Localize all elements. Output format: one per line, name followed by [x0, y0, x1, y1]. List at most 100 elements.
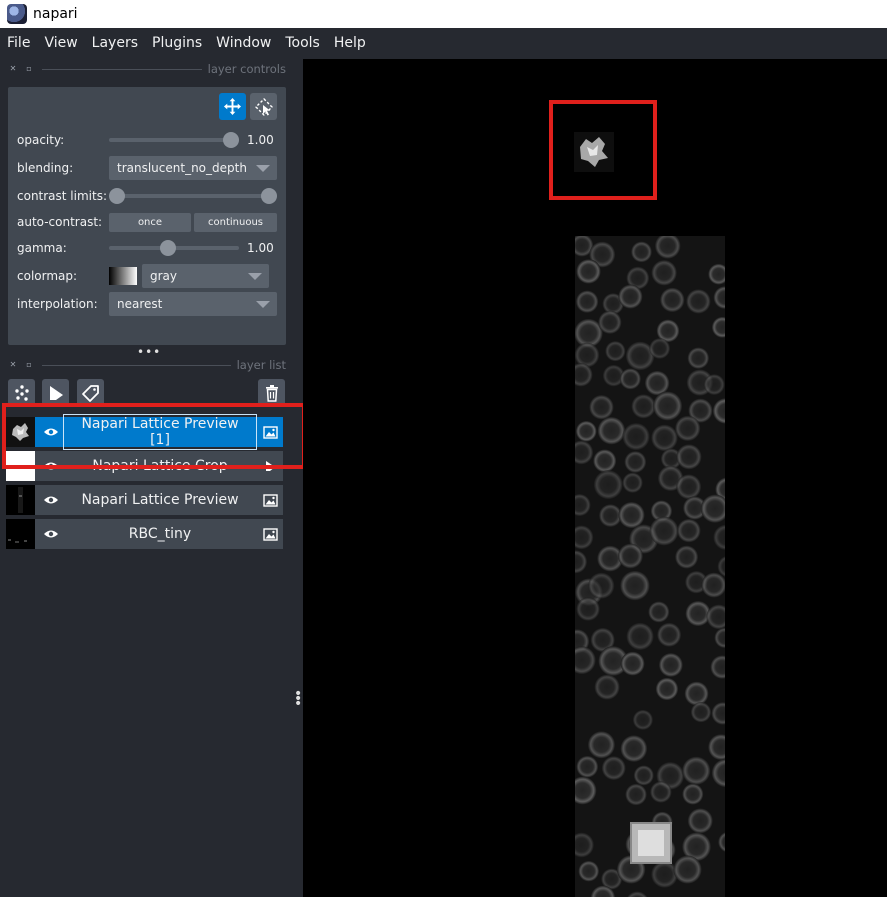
new-labels-layer-button[interactable]: [77, 379, 104, 406]
blending-label: blending:: [17, 161, 74, 175]
rbc-cell: [575, 832, 594, 858]
rbc-cell: [622, 472, 643, 493]
interpolation-select[interactable]: nearest: [109, 292, 277, 316]
opacity-slider-handle[interactable]: [223, 132, 239, 148]
rbc-cell: [682, 756, 711, 785]
menu-tools[interactable]: Tools: [278, 28, 327, 59]
chevron-down-icon: [256, 301, 270, 308]
colormap-label: colormap:: [17, 269, 78, 283]
visibility-eye-icon[interactable]: [39, 529, 63, 539]
rbc-cell: [651, 424, 678, 452]
rbc-cell: [714, 627, 725, 648]
contrast-limits-slider[interactable]: [109, 184, 277, 208]
layer-item-rbc-tiny[interactable]: RBC_tiny: [6, 519, 283, 549]
auto-contrast-once-button[interactable]: once: [109, 212, 191, 232]
opacity-row: opacity: 1.00: [17, 128, 279, 152]
rbc-cell: [660, 287, 685, 313]
rbc-cell: [650, 781, 672, 803]
layer-item-body: RBC_tiny: [35, 519, 283, 549]
dock-float-icon[interactable]: ▫: [24, 64, 34, 74]
layer-name[interactable]: Napari Lattice Preview: [63, 492, 257, 508]
rbc-cell: [658, 653, 683, 677]
dock-close-icon[interactable]: ✕: [8, 64, 18, 74]
rbc-cell: [676, 444, 702, 470]
points-icon: [14, 384, 29, 401]
rbc-cell: [631, 241, 652, 263]
annotation-highlight-layer: [2, 403, 306, 469]
delete-layer-button[interactable]: [258, 379, 285, 406]
gamma-slider[interactable]: [109, 236, 239, 260]
menu-help[interactable]: Help: [327, 28, 373, 59]
gamma-label: gamma:: [17, 241, 67, 255]
contrast-max-handle[interactable]: [261, 188, 277, 204]
rbc-cell: [651, 861, 678, 888]
pan-zoom-button[interactable]: [219, 93, 246, 120]
gamma-slider-handle[interactable]: [160, 240, 177, 256]
rbc-cell: [587, 731, 615, 759]
new-points-layer-button[interactable]: [8, 379, 35, 406]
colormap-preview: [109, 267, 137, 285]
rbc-cell: [649, 516, 679, 546]
rbc-cell: [589, 395, 614, 420]
rbc-cell: [657, 622, 682, 647]
contrast-slider-track: [109, 194, 277, 198]
dock-divider: [42, 364, 231, 366]
rbc-cell: [712, 398, 725, 424]
colormap-select[interactable]: gray: [142, 264, 269, 288]
layer-list-label: layer list: [236, 358, 286, 372]
opacity-slider[interactable]: [109, 128, 239, 152]
blending-select[interactable]: translucent_no_depth: [109, 156, 277, 180]
menu-layers[interactable]: Layers: [85, 28, 145, 59]
transform-icon: [254, 97, 273, 116]
panel-resize-handle[interactable]: • • •: [294, 687, 302, 711]
visibility-eye-icon[interactable]: [39, 495, 63, 505]
layer-item-napari-lattice-preview[interactable]: Napari Lattice Preview: [6, 485, 283, 515]
rbc-cell: [632, 709, 653, 730]
colormap-value: gray: [150, 269, 178, 283]
auto-contrast-continuous-button[interactable]: continuous: [194, 212, 277, 232]
menu-plugins[interactable]: Plugins: [145, 28, 209, 59]
rbc-cell: [618, 501, 645, 529]
menu-file[interactable]: File: [0, 28, 37, 59]
rbc-cell: [599, 504, 622, 527]
rbc-cell: [575, 776, 597, 805]
window-titlebar: napari: [0, 0, 887, 28]
layer-list-dock-title: ✕ ▫ layer list: [8, 357, 286, 373]
rbc-cell: [701, 572, 725, 598]
rbc-cell: [620, 651, 645, 676]
rbc-cell: [576, 259, 601, 284]
rbc-cell: [677, 518, 701, 543]
rbc-cell: [625, 783, 647, 806]
layer-thumbnail: [6, 485, 35, 515]
rbc-cell: [651, 260, 677, 286]
rbc-cell: [575, 362, 593, 387]
dock-float-icon[interactable]: ▫: [24, 360, 34, 370]
gamma-row: gamma: 1.00: [17, 236, 279, 260]
rbc-cell: [618, 284, 643, 309]
opacity-label: opacity:: [17, 133, 65, 147]
menu-view[interactable]: View: [37, 28, 84, 59]
chevron-down-icon: [256, 165, 270, 172]
dock-close-icon[interactable]: ✕: [8, 360, 18, 370]
rbc-cell: [676, 474, 702, 500]
layer-name[interactable]: RBC_tiny: [63, 526, 257, 542]
interpolation-value: nearest: [117, 297, 163, 311]
transform-button[interactable]: [250, 93, 277, 120]
contrast-min-handle[interactable]: [109, 188, 125, 204]
rbc-cell: [605, 341, 626, 362]
rbc-cell: [673, 855, 702, 884]
rbc-cell: [649, 338, 671, 359]
blending-row: blending: translucent_no_depth: [17, 156, 279, 180]
layer-thumbnail: [6, 519, 35, 549]
rbc-cell: [576, 755, 599, 778]
rbc-cell: [575, 646, 596, 675]
rbc-cell: [703, 374, 725, 395]
rbc-cell: [711, 758, 725, 788]
rbc-cell: [682, 783, 704, 805]
rbc-cell: [593, 449, 617, 473]
rbc-cell: [708, 263, 725, 285]
new-shapes-layer-button[interactable]: [42, 379, 69, 406]
window-title: napari: [33, 6, 78, 22]
rbc-cell: [575, 290, 599, 313]
menu-window[interactable]: Window: [209, 28, 278, 59]
